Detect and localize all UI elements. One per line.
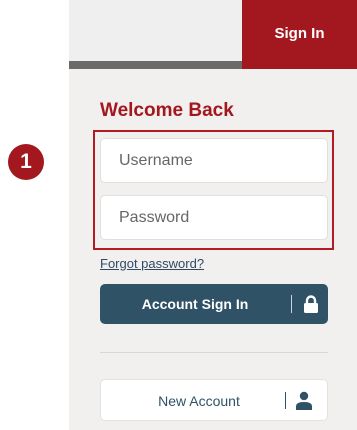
button-separator bbox=[291, 295, 292, 313]
step-number-badge: 1 bbox=[8, 144, 44, 180]
lock-icon bbox=[304, 295, 318, 313]
new-account-button[interactable]: New Account bbox=[100, 379, 328, 421]
button-separator bbox=[285, 392, 286, 409]
section-divider bbox=[100, 352, 328, 353]
username-input[interactable] bbox=[100, 138, 328, 183]
sign-in-tab[interactable]: Sign In bbox=[242, 0, 357, 69]
account-sign-in-button[interactable]: Account Sign In bbox=[100, 284, 328, 324]
forgot-password-link[interactable]: Forgot password? bbox=[100, 256, 204, 271]
new-account-label: New Account bbox=[158, 393, 240, 409]
account-sign-in-label: Account Sign In bbox=[141, 296, 249, 312]
user-icon bbox=[296, 391, 312, 410]
password-input[interactable] bbox=[100, 195, 328, 240]
welcome-heading: Welcome Back bbox=[100, 100, 234, 121]
